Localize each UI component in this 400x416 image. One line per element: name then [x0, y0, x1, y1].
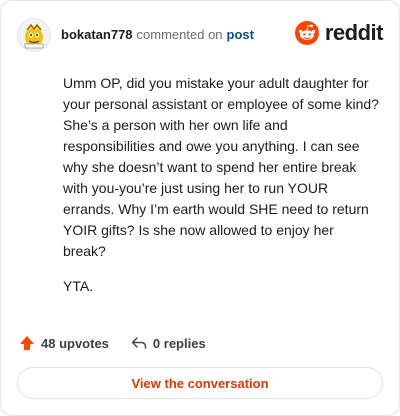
upvotes-count: 48 upvotes	[41, 335, 109, 351]
post-link[interactable]: post	[227, 27, 254, 43]
username[interactable]: bokatan778	[61, 27, 133, 43]
reddit-logo[interactable]: reddit	[294, 20, 384, 46]
avatar-icon	[24, 23, 44, 49]
upvotes-stat[interactable]: 48 upvotes	[19, 335, 109, 351]
comment-body: Umm OP, did you mistake your adult daugh…	[63, 73, 379, 311]
replies-stat[interactable]: 0 replies	[131, 335, 206, 351]
reddit-wordmark: reddit	[324, 20, 384, 45]
reddit-snoo-icon	[294, 21, 319, 45]
comment-card: bokatan778 commented on post reddit Umm …	[0, 0, 400, 416]
upvote-arrow-icon	[20, 336, 34, 350]
view-conversation-button[interactable]: View the conversation	[17, 367, 383, 399]
comment-footer: 48 upvotes 0 replies	[19, 335, 206, 351]
comment-meta: bokatan778 commented on post	[61, 27, 254, 43]
comment-paragraph: YTA.	[63, 278, 94, 294]
reply-arrow-icon	[131, 337, 147, 349]
avatar[interactable]	[17, 18, 51, 52]
replies-count: 0 replies	[152, 335, 206, 351]
comment-paragraph: Umm OP, did you mistake your adult daugh…	[63, 75, 379, 259]
commented-on-text: commented on	[136, 27, 223, 42]
